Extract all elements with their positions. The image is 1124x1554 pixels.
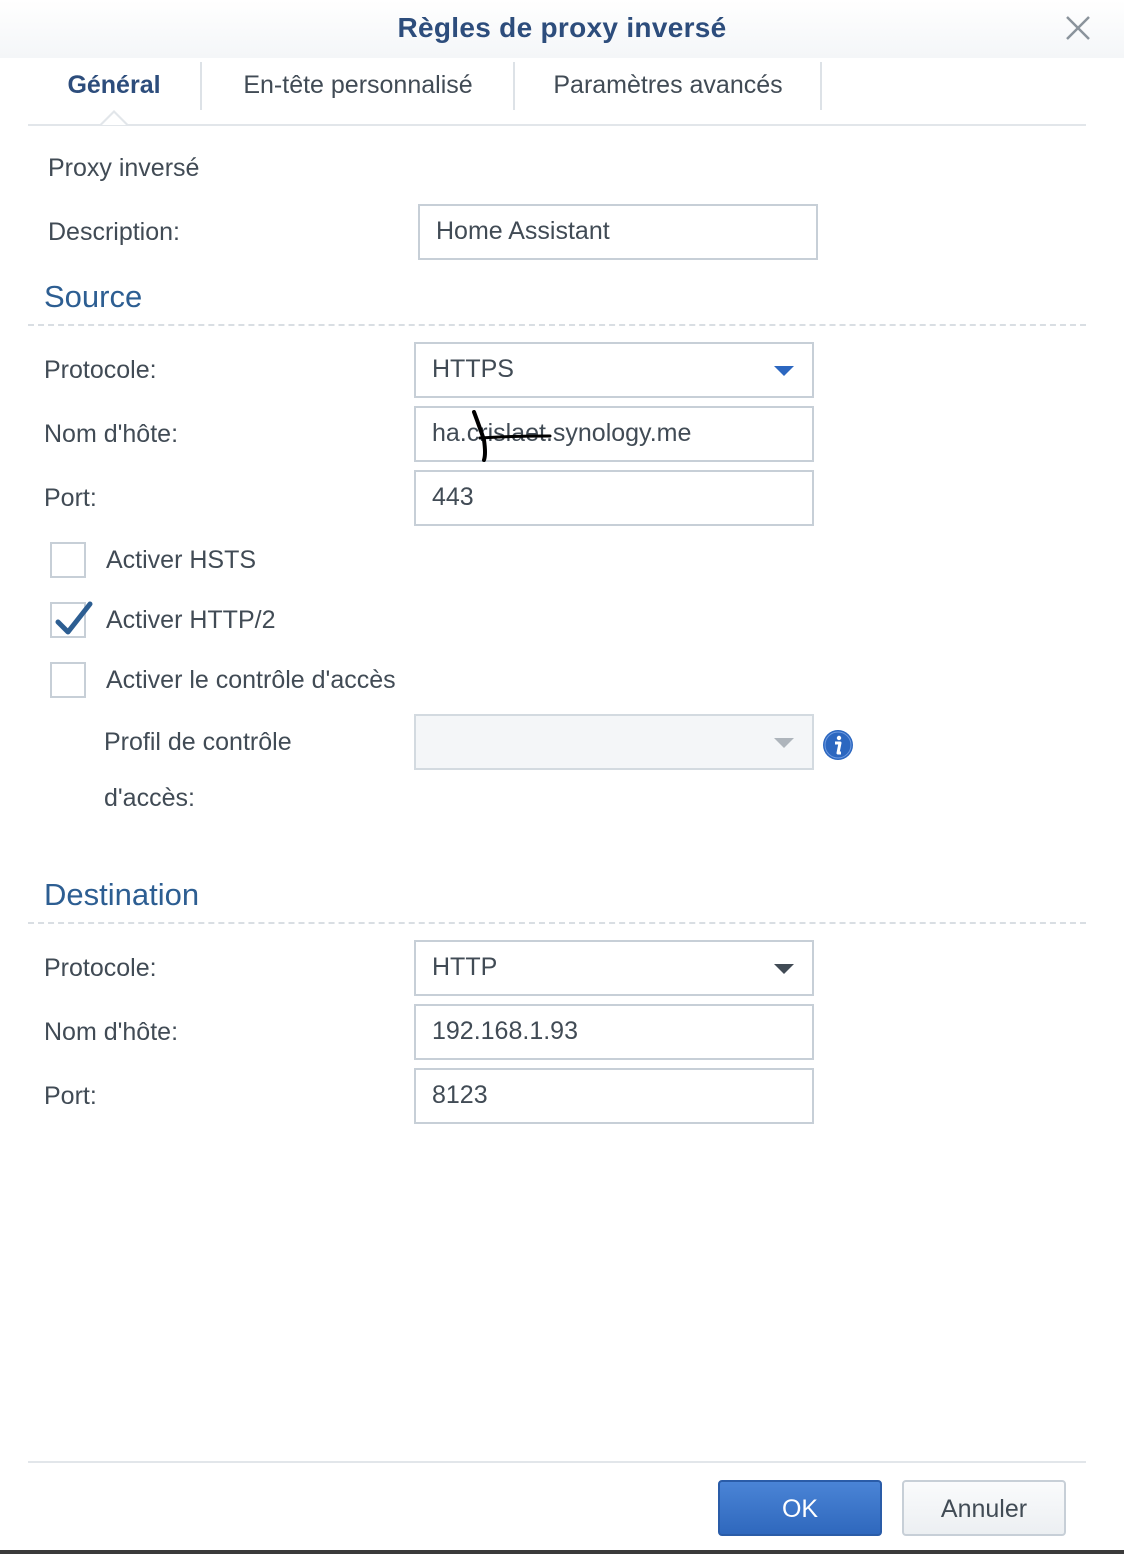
hsts-label: Activer HSTS: [106, 546, 257, 574]
reverse-proxy-dialog: Règles de proxy inversé Général En-tête …: [0, 0, 1124, 1554]
description-field[interactable]: Home Assistant: [418, 204, 818, 260]
info-icon[interactable]: [822, 729, 854, 761]
ok-button[interactable]: OK: [718, 1480, 882, 1536]
chevron-down-icon: [774, 738, 794, 748]
destination-hostname-field[interactable]: 192.168.1.93: [414, 1004, 814, 1060]
access-control-checkbox[interactable]: [50, 662, 86, 698]
destination-port-field[interactable]: 8123: [414, 1068, 814, 1124]
tab-advanced-settings[interactable]: Paramètres avancés: [515, 60, 821, 122]
window-bottom-edge: [0, 1550, 1124, 1554]
access-profile-label-line2: d'accès:: [104, 784, 195, 812]
tab-divider: [820, 62, 822, 110]
tab-bar: Général En-tête personnalisé Paramètres …: [28, 60, 1086, 126]
description-label: Description:: [48, 218, 180, 246]
cancel-button[interactable]: Annuler: [902, 1480, 1066, 1536]
chevron-down-icon: [774, 964, 794, 974]
dialog-title: Règles de proxy inversé: [397, 12, 727, 43]
destination-port-value: 8123: [432, 1081, 488, 1109]
destination-protocol-value: HTTP: [432, 953, 498, 981]
access-profile-select[interactable]: [414, 714, 814, 770]
hsts-checkbox[interactable]: [50, 542, 86, 578]
redaction-scribble: [472, 410, 552, 462]
section-divider: [28, 324, 1086, 326]
chevron-down-icon: [774, 366, 794, 376]
source-protocol-select[interactable]: HTTPS: [414, 342, 814, 398]
reverse-proxy-heading: Proxy inversé: [48, 154, 200, 182]
access-profile-label-line1: Profil de contrôle: [104, 728, 292, 756]
source-port-label: Port:: [44, 484, 97, 512]
source-protocol-label: Protocole:: [44, 356, 157, 384]
source-port-field[interactable]: 443: [414, 470, 814, 526]
destination-protocol-select[interactable]: HTTP: [414, 940, 814, 996]
description-value: Home Assistant: [436, 217, 610, 245]
destination-section-title: Destination: [44, 877, 200, 912]
footer-divider: [28, 1461, 1086, 1463]
checkmark-icon: [55, 601, 93, 635]
source-protocol-value: HTTPS: [432, 355, 514, 383]
tab-custom-header[interactable]: En-tête personnalisé: [202, 60, 514, 122]
destination-port-label: Port:: [44, 1082, 97, 1110]
close-icon[interactable]: [1062, 12, 1094, 44]
http2-checkbox[interactable]: [50, 601, 93, 638]
section-divider: [28, 922, 1086, 924]
source-hostname-label: Nom d'hôte:: [44, 420, 179, 448]
source-section-title: Source: [44, 279, 143, 314]
access-control-label: Activer le contrôle d'accès: [106, 666, 396, 694]
destination-hostname-value: 192.168.1.93: [432, 1017, 578, 1045]
http2-label: Activer HTTP/2: [106, 606, 276, 634]
active-tab-pointer: [100, 110, 128, 125]
source-hostname-field[interactable]: ha.crislaet.synology.me: [414, 406, 814, 462]
destination-hostname-label: Nom d'hôte:: [44, 1018, 179, 1046]
destination-protocol-label: Protocole:: [44, 954, 157, 982]
source-port-value: 443: [432, 483, 474, 511]
title-bar: Règles de proxy inversé: [0, 0, 1124, 58]
